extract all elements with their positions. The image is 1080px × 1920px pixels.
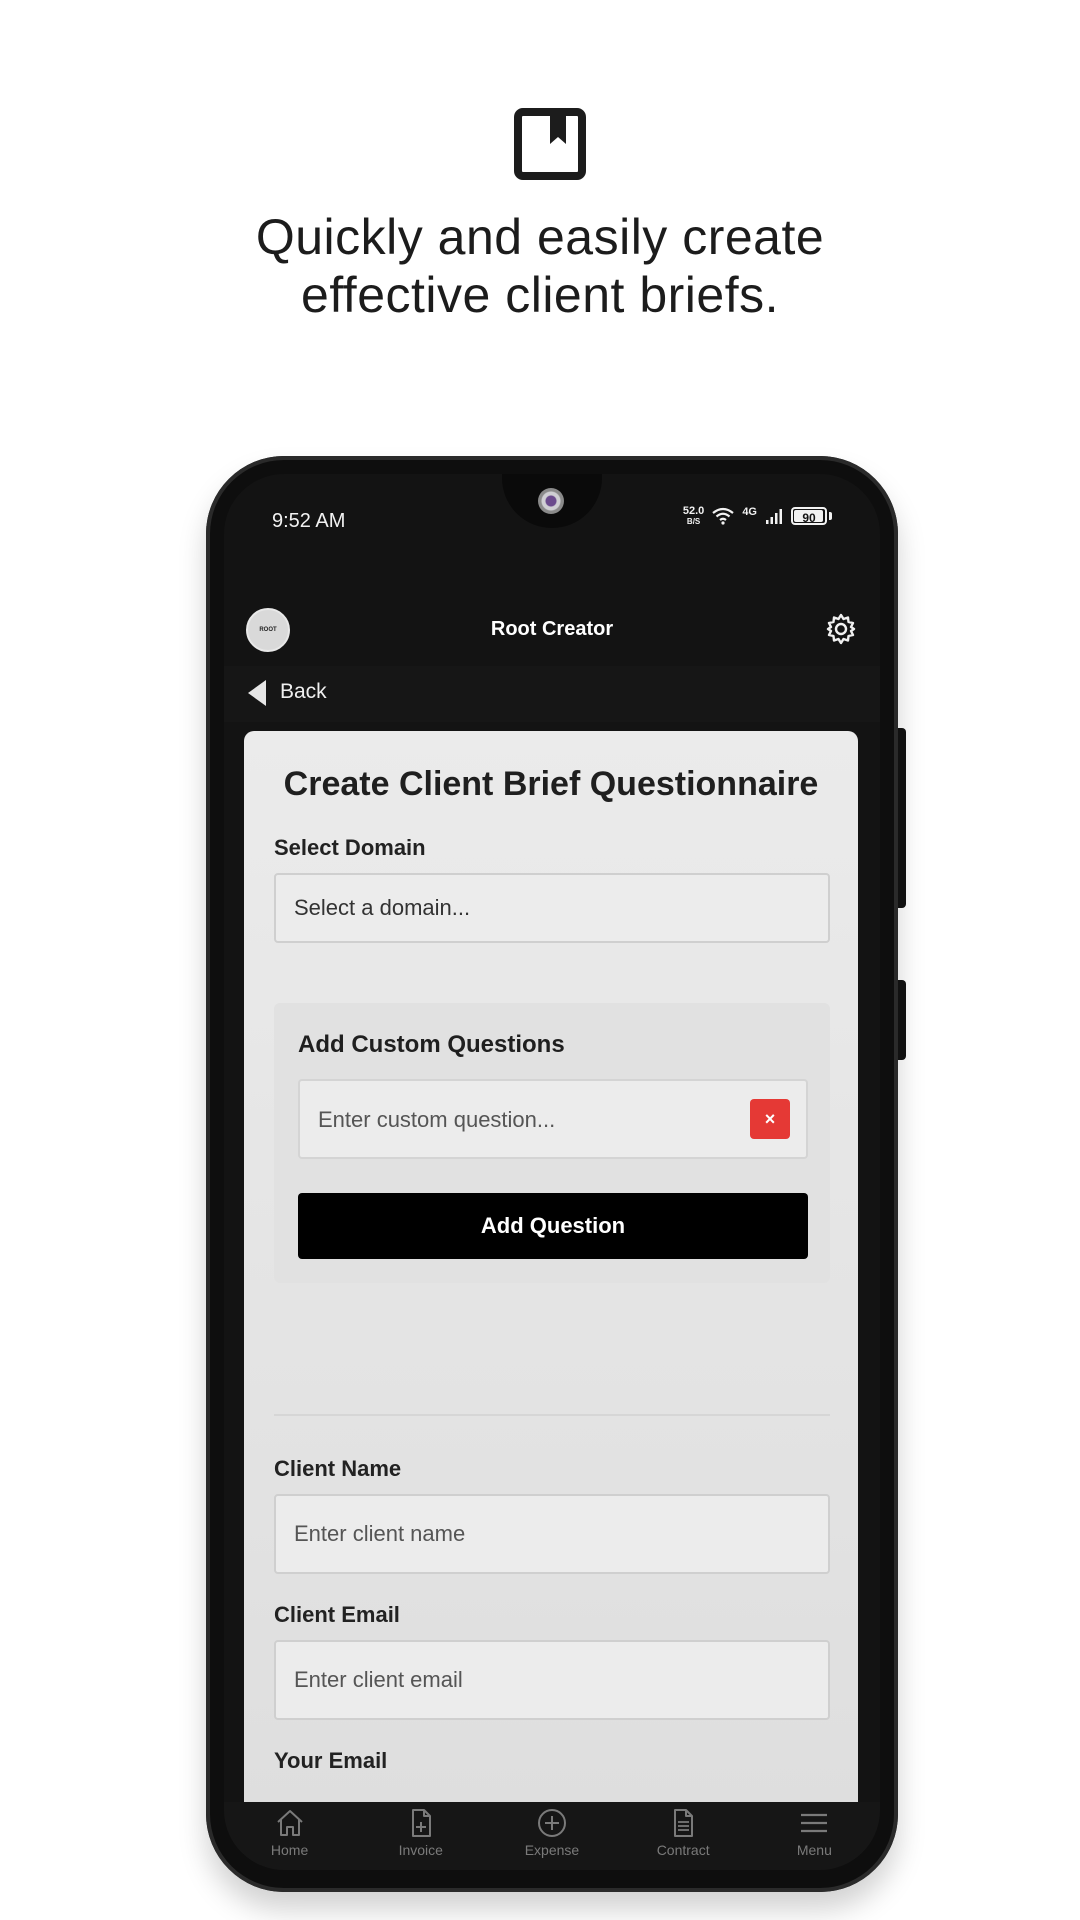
back-arrow-icon [248, 680, 266, 706]
bottom-navigation: Home Invoice Expense Contract Menu [224, 1802, 880, 1870]
client-email-label: Client Email [274, 1602, 400, 1627]
app-bar: ROOT Root Creator [224, 596, 880, 666]
custom-question-input[interactable]: Enter custom question... × [298, 1079, 808, 1159]
section-divider [274, 1414, 830, 1416]
net-speed-value: 52.0 [682, 505, 705, 517]
nav-home[interactable]: Home [235, 1806, 345, 1858]
battery-tip [829, 512, 832, 520]
questionnaire-card: Create Client Brief Questionnaire Select… [244, 731, 858, 1831]
bookmark-icon [514, 108, 586, 180]
custom-questions-title: Add Custom Questions [298, 1031, 565, 1058]
client-name-placeholder: Enter client name [294, 1521, 466, 1546]
front-camera [538, 488, 564, 514]
domain-select-value: Select a domain... [294, 895, 471, 920]
volume-button [898, 728, 906, 908]
app-title: Root Creator [490, 618, 614, 640]
battery-icon: 90 [791, 507, 827, 525]
signal-icon [766, 509, 782, 524]
network-type: 4G [742, 506, 757, 518]
custom-question-placeholder: Enter custom question... [318, 1107, 556, 1132]
promo-title: Quickly and easily create effective clie… [140, 208, 940, 324]
remove-question-button[interactable]: × [750, 1099, 790, 1139]
nav-menu[interactable]: Menu [759, 1806, 869, 1858]
home-icon [276, 1810, 303, 1836]
client-name-input[interactable]: Enter client name [274, 1494, 830, 1574]
nav-contract-label: Contract [656, 1842, 710, 1858]
select-domain-label: Select Domain [274, 835, 426, 860]
power-button [898, 980, 906, 1060]
back-button[interactable]: Back [224, 666, 880, 722]
custom-questions-panel: Add Custom Questions Enter custom questi… [274, 1003, 830, 1283]
page-title: Create Client Brief Questionnaire [283, 765, 819, 803]
status-time: 9:52 AM [272, 510, 346, 532]
plus-circle-icon [537, 1809, 566, 1837]
your-email-label: Your Email [274, 1748, 388, 1773]
phone-screen: 9:52 AM 52.0 B/S 4G 90 ROOT Root Creator… [224, 474, 880, 1870]
invoice-icon [411, 1809, 431, 1837]
document-icon [674, 1809, 694, 1837]
phone-frame: 9:52 AM 52.0 B/S 4G 90 ROOT Root Creator… [206, 456, 906, 1892]
domain-select[interactable]: Select a domain... [274, 873, 830, 943]
nav-invoice-label: Invoice [398, 1842, 443, 1858]
wifi-icon [712, 507, 734, 525]
nav-expense-label: Expense [524, 1842, 580, 1858]
client-email-input[interactable]: Enter client email [274, 1640, 830, 1720]
promo-title-line-1: Quickly and easily create [255, 209, 825, 265]
client-email-placeholder: Enter client email [294, 1667, 463, 1692]
nav-contract[interactable]: Contract [628, 1806, 738, 1858]
nav-menu-label: Menu [796, 1842, 832, 1858]
add-question-button[interactable]: Add Question [298, 1193, 808, 1259]
promo-title-line-2: effective client briefs. [301, 267, 779, 323]
status-icons: 52.0 B/S 4G 90 [683, 506, 832, 526]
battery-level: 90 [802, 511, 816, 525]
nav-expense[interactable]: Expense [497, 1806, 607, 1858]
app-logo-avatar[interactable]: ROOT [246, 608, 290, 652]
menu-icon [801, 1813, 828, 1833]
nav-invoice[interactable]: Invoice [366, 1806, 476, 1858]
client-name-label: Client Name [274, 1456, 402, 1481]
net-speed-unit: B/S [686, 517, 701, 526]
nav-home-label: Home [270, 1842, 309, 1858]
back-label: Back [280, 680, 327, 703]
gear-icon[interactable] [824, 612, 858, 646]
net-speed: 52.0 B/S [682, 505, 705, 527]
